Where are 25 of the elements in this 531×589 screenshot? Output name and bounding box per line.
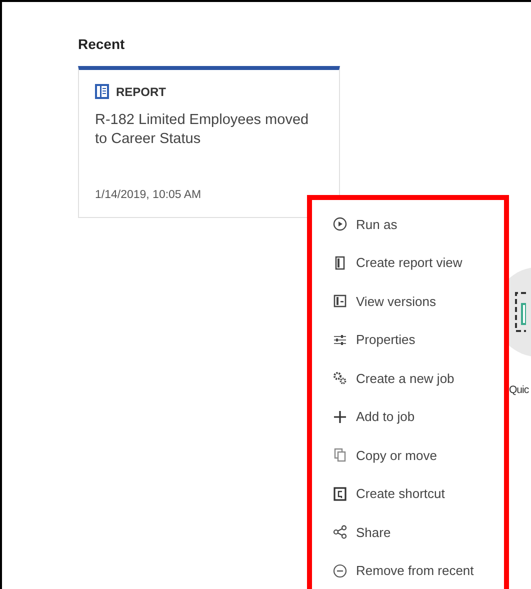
share-icon: [333, 525, 347, 540]
quick-tile-label[interactable]: Quic: [509, 384, 529, 396]
gears-icon: [333, 371, 347, 386]
menu-item[interactable]: Remove from recent: [312, 552, 506, 589]
report-title: R-182 Limited Employees moved to Career Status: [95, 111, 310, 149]
minus-circle-icon: [333, 564, 347, 578]
plus-icon: [333, 410, 347, 424]
report-icon: [95, 84, 109, 99]
report-icon: [333, 256, 347, 270]
play-icon: [333, 217, 347, 232]
sliders-icon: [333, 332, 347, 347]
menu-item[interactable]: Add to job: [312, 398, 506, 436]
menu-item[interactable]: Share: [312, 513, 506, 552]
menu-item[interactable]: Create a new job: [312, 359, 506, 398]
shortcut-icon: [333, 486, 347, 501]
menu-item[interactable]: Create report view: [312, 244, 506, 282]
menu-item[interactable]: Copy or move: [312, 436, 506, 474]
timestamp: 1/14/2019, 10:05 AM: [95, 189, 202, 203]
item-type-label: REPORT: [116, 84, 166, 98]
menu-item[interactable]: Create shortcut: [312, 474, 506, 513]
copy-icon: [333, 448, 347, 462]
section-title: Recent: [78, 36, 126, 52]
menu-item[interactable]: View versions: [312, 282, 506, 320]
menu-item[interactable]: Properties: [312, 320, 506, 359]
dashed-frame-icon: [514, 292, 526, 332]
